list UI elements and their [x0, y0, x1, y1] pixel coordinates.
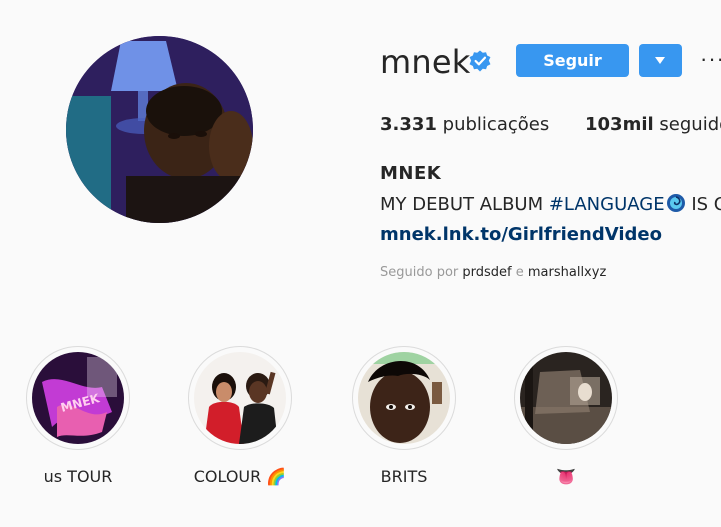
chevron-down-icon [655, 57, 665, 64]
highlight-cover-image [194, 352, 286, 444]
followers-count-stat[interactable]: 103mil seguidor [585, 113, 721, 137]
highlight-cover-image [358, 352, 450, 444]
suggestions-dropdown-button[interactable] [639, 44, 682, 77]
highlight-label[interactable]: 👅 [496, 467, 636, 486]
profile-username: mnek [380, 43, 471, 81]
story-highlight-brits[interactable] [352, 346, 456, 450]
highlight-cover-image: MNEK [32, 352, 124, 444]
followers-count-value: 103mil [585, 114, 654, 135]
more-options-button[interactable]: ··· [700, 46, 721, 72]
bio-prefix: MY DEBUT ALBUM [380, 194, 549, 215]
bio-suffix: IS O [691, 194, 721, 215]
followed-by-user-link[interactable]: prdsdef [462, 265, 511, 280]
follow-button[interactable]: Seguir [516, 44, 629, 77]
story-highlight-tongue[interactable] [514, 346, 618, 450]
cyclone-emoji-icon [666, 194, 685, 212]
profile-full-name: MNEK [380, 163, 442, 184]
highlight-cover-image [520, 352, 612, 444]
profile-avatar[interactable] [66, 36, 253, 223]
followers-count-label: seguidor [659, 114, 721, 135]
story-highlight-colour[interactable] [188, 346, 292, 450]
highlight-label[interactable]: COLOUR 🌈 [170, 467, 310, 486]
bio-hashtag-link[interactable]: #LANGUAGE [549, 194, 665, 215]
posts-count-stat: 3.331 publicações [380, 113, 549, 137]
story-highlight-us-tour[interactable]: MNEK [26, 346, 130, 450]
profile-bio: MY DEBUT ALBUM #LANGUAGE IS O [380, 193, 721, 217]
avatar-image [66, 36, 253, 223]
posts-count-value: 3.331 [380, 114, 437, 135]
profile-external-link[interactable]: mnek.lnk.to/GirlfriendVideo [380, 223, 662, 247]
followed-by-prefix: Seguido por [380, 265, 463, 280]
highlight-label[interactable]: us TOUR [8, 467, 148, 486]
highlight-label[interactable]: BRITS [334, 467, 474, 486]
followed-by-user-link[interactable]: marshallxyz [528, 265, 606, 280]
followed-by-text: Seguido por prdsdef e marshallxyz [380, 265, 606, 280]
posts-count-label: publicações [442, 114, 550, 135]
verified-badge-icon [469, 50, 491, 72]
followed-by-joiner: e [511, 265, 528, 280]
